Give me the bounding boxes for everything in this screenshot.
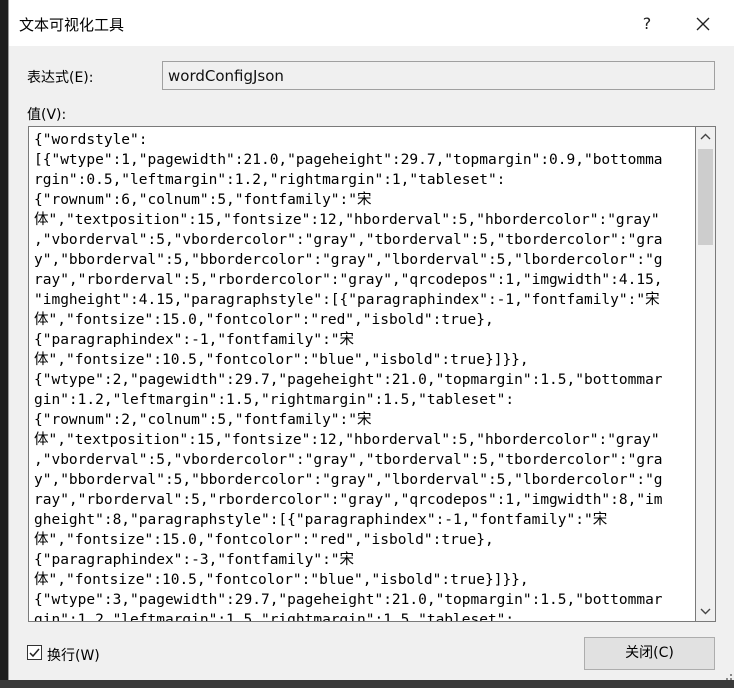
scrollbar-thumb[interactable]	[698, 149, 713, 245]
window-title: 文本可视化工具	[19, 16, 125, 34]
resize-grip-icon[interactable]	[721, 666, 733, 680]
wrap-label[interactable]: 换行(W)	[47, 645, 100, 665]
expression-input[interactable]	[162, 61, 715, 90]
close-icon[interactable]	[689, 10, 717, 38]
chevron-up-icon[interactable]	[696, 127, 715, 147]
expression-label: 表达式(E):	[27, 70, 94, 86]
chevron-down-icon[interactable]	[696, 601, 715, 621]
help-button[interactable]: ?	[633, 10, 661, 38]
value-label: 值(V):	[27, 107, 67, 123]
value-textbox[interactable]: {"wordstyle": [{"wtype":1,"pagewidth":21…	[28, 126, 696, 622]
value-text[interactable]: {"wordstyle": [{"wtype":1,"pagewidth":21…	[34, 130, 684, 621]
text-visualizer-dialog: 文本可视化工具 ? 表达式(E): 值(V): {"wordstyle": [{…	[8, 0, 734, 680]
close-button[interactable]: 关闭(C)	[584, 637, 715, 670]
title-bar: 文本可视化工具 ?	[9, 0, 734, 46]
wrap-checkbox[interactable]	[27, 645, 42, 660]
background-editor-edge	[0, 0, 8, 688]
checkmark-icon	[29, 648, 40, 658]
vertical-scrollbar[interactable]	[696, 126, 716, 622]
background-taskbar-edge	[0, 680, 734, 688]
